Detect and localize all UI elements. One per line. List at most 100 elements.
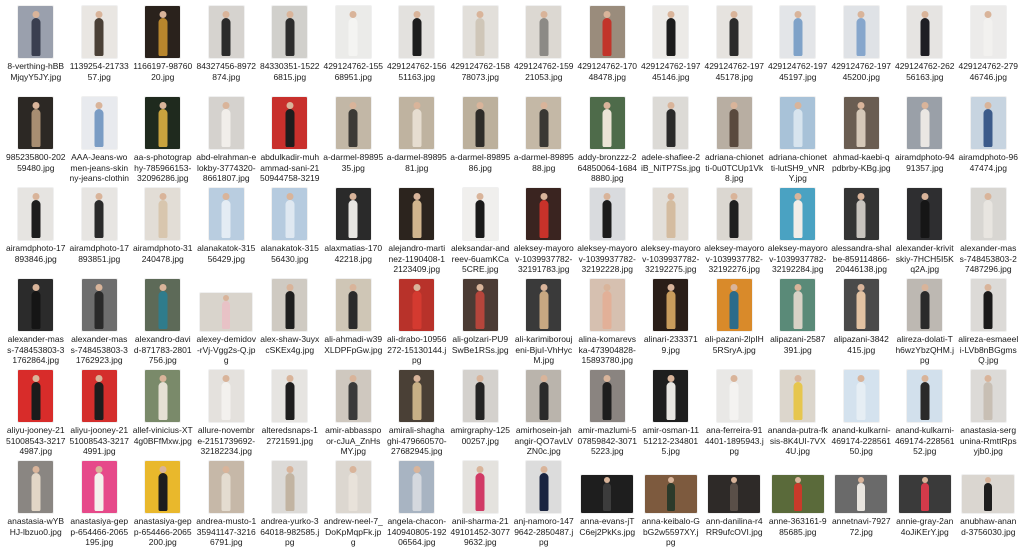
file-item[interactable]: anubhaw-anand-3756030.jpg [957,457,1021,548]
file-thumbnail[interactable] [145,279,181,331]
file-item[interactable]: alessandra-shalbe-859114866-20446138.jpg [830,184,894,275]
file-thumbnail[interactable] [843,97,879,149]
file-thumbnail[interactable] [589,279,625,331]
file-item[interactable]: amir-abbasspoor-cJuA_ZnHsMY.jpg [322,366,386,457]
file-item[interactable]: alanakatok-31556430.jpg [258,184,322,275]
file-thumbnail[interactable] [462,279,498,331]
file-thumbnail[interactable] [970,6,1006,58]
file-item[interactable]: anil-sharma-2149101452-30779632.jpg [449,457,513,548]
file-thumbnail[interactable] [18,188,54,240]
file-thumbnail[interactable] [907,370,943,422]
file-thumbnail[interactable] [970,370,1006,422]
file-thumbnail[interactable] [716,6,752,58]
file-thumbnail[interactable] [907,6,943,58]
file-item[interactable]: alipazani-2587391.jpg [766,275,830,366]
file-item[interactable]: airamdphoto-17893851.jpg [68,184,132,275]
file-thumbnail[interactable] [843,188,879,240]
file-thumbnail[interactable] [526,6,562,58]
file-thumbnail[interactable] [526,461,562,513]
file-item[interactable]: alexander-mass-748453803-27487296.jpg [957,184,1021,275]
file-thumbnail[interactable] [145,188,181,240]
file-thumbnail[interactable] [335,97,371,149]
file-item[interactable]: anastasiya-gepp-654466-2065200.jpg [131,457,195,548]
file-item[interactable]: 429124762-15568951.jpg [322,2,386,93]
file-item[interactable]: adriana-chionetti-0u0TCUp1Vk8.jpg [703,93,767,184]
file-thumbnail[interactable] [780,97,816,149]
file-thumbnail[interactable] [644,461,697,513]
file-item[interactable]: aleksey-mayorov-1039937782-32191783.jpg [512,184,576,275]
file-thumbnail[interactable] [581,461,634,513]
file-thumbnail[interactable] [335,188,371,240]
file-item[interactable]: alexander-mass-748453803-31762923.jpg [68,275,132,366]
file-thumbnail[interactable] [208,370,244,422]
file-item[interactable]: 1139254-2173357.jpg [68,2,132,93]
file-thumbnail[interactable] [18,370,54,422]
file-item[interactable]: alexandro-david-871783-2801756.jpg [131,275,195,366]
file-item[interactable]: anne-363161-985685.jpg [766,457,830,548]
file-item[interactable]: amir-mazlumi-507859842-30715223.jpg [576,366,640,457]
file-item[interactable]: a-darmel-8989581.jpg [385,93,449,184]
file-item[interactable]: alexander-krivitskiy-7HCH5I5Kq2A.jpg [893,184,957,275]
file-thumbnail[interactable] [708,461,761,513]
file-thumbnail[interactable] [526,279,562,331]
file-item[interactable]: alaxmatias-17042218.jpg [322,184,386,275]
file-item[interactable]: airamdphoto-9647474.jpg [957,93,1021,184]
file-item[interactable]: airamdphoto-17893846.jpg [4,184,68,275]
file-thumbnail[interactable] [526,97,562,149]
file-item[interactable]: 429124762-15921053.jpg [512,2,576,93]
file-item[interactable]: 84330351-15226815.jpg [258,2,322,93]
file-item[interactable]: aleksey-mayorov-1039937782-32192275.jpg [639,184,703,275]
file-thumbnail[interactable] [81,461,117,513]
file-thumbnail[interactable] [81,370,117,422]
file-item[interactable]: aleksey-mayorov-1039937782-32192284.jpg [766,184,830,275]
file-thumbnail[interactable] [716,279,752,331]
file-item[interactable]: ana-ferreira-914401-1895943.jpg [703,366,767,457]
file-item[interactable]: angela-chacon-140940805-19206564.jpg [385,457,449,548]
file-item[interactable]: abd-elrahman-elokby-3774320-8661807.jpg [195,93,259,184]
file-item[interactable]: a-darmel-8989535.jpg [322,93,386,184]
file-item[interactable]: annie-gray-2an4oJiKErY.jpg [893,457,957,548]
file-item[interactable]: AAA-Jeans-women-jeans-skinny-jeans-cloth… [68,93,132,184]
file-item[interactable]: allef-vinicius-XT4g0BFfMxw.jpg [131,366,195,457]
file-item[interactable]: abdulkadir-muhammad-sani-2150944758-3219… [258,93,322,184]
file-item[interactable]: airamdphoto-31240478.jpg [131,184,195,275]
file-item[interactable]: a-darmel-8989588.jpg [512,93,576,184]
file-item[interactable]: 8-verthing-hBBMjqyY5JY.jpg [4,2,68,93]
file-thumbnail[interactable] [716,97,752,149]
file-item[interactable]: ali-karimiboroujeni-BjuI-VhHycM.jpg [512,275,576,366]
file-thumbnail[interactable] [272,279,308,331]
file-item[interactable]: alexey-demidov-rVj-Vgg2s-Q.jpg [195,275,259,366]
file-thumbnail[interactable] [18,461,54,513]
file-thumbnail[interactable] [145,97,181,149]
file-thumbnail[interactable] [462,370,498,422]
file-item[interactable]: ali-ahmadi-w39XLDPFpGw.jpg [322,275,386,366]
file-item[interactable]: 429124762-19745197.jpg [766,2,830,93]
file-thumbnail[interactable] [200,279,253,331]
file-thumbnail[interactable] [272,370,308,422]
file-item[interactable]: airamdphoto-9491357.jpg [893,93,957,184]
file-thumbnail[interactable] [399,97,435,149]
file-item[interactable]: 985235800-20259480.jpg [4,93,68,184]
file-thumbnail[interactable] [843,370,879,422]
file-thumbnail[interactable] [81,97,117,149]
file-item[interactable]: alipazani-3842415.jpg [830,275,894,366]
file-item[interactable]: aliyu-jooney-2151008543-32174987.jpg [4,366,68,457]
file-item[interactable]: amirhosein-jahangir-QO7avLVZN0c.jpg [512,366,576,457]
file-item[interactable]: alteredsnaps-12721591.jpg [258,366,322,457]
file-item[interactable]: a-darmel-8989586.jpg [449,93,513,184]
file-item[interactable]: alejandro-martinez-1190408-12123409.jpg [385,184,449,275]
file-thumbnail[interactable] [589,188,625,240]
file-item[interactable]: alexander-mass-748453803-31762864.jpg [4,275,68,366]
file-thumbnail[interactable] [716,188,752,240]
file-thumbnail[interactable] [780,370,816,422]
file-thumbnail[interactable] [272,461,308,513]
file-thumbnail[interactable] [780,188,816,240]
file-thumbnail[interactable] [399,188,435,240]
file-item[interactable]: 1166197-9876020.jpg [131,2,195,93]
file-thumbnail[interactable] [81,6,117,58]
file-thumbnail[interactable] [208,461,244,513]
file-item[interactable]: amirgraphy-12500257.jpg [449,366,513,457]
file-thumbnail[interactable] [526,188,562,240]
file-thumbnail[interactable] [589,370,625,422]
file-thumbnail[interactable] [399,279,435,331]
